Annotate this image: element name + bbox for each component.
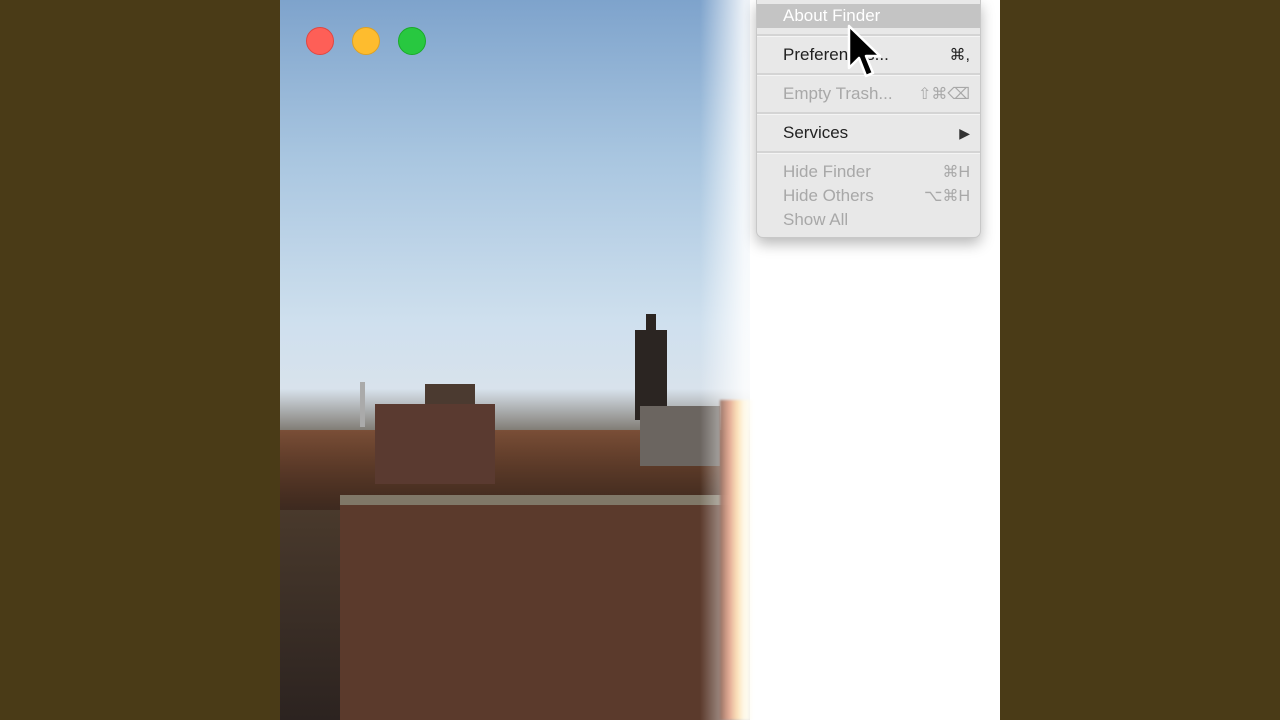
menu-separator <box>757 151 980 154</box>
menu-item-show-all[interactable]: Show All <box>757 208 980 232</box>
close-button[interactable] <box>306 27 334 55</box>
menu-item-hide-others[interactable]: Hide Others ⌥⌘H <box>757 184 980 208</box>
building-rooftop <box>425 384 475 406</box>
menu-item-shortcut: ⌥⌘H <box>924 188 970 205</box>
submenu-arrow-icon: ▶ <box>959 124 970 141</box>
menu-item-label: Services <box>783 123 849 142</box>
menu-separator <box>757 112 980 115</box>
menu-item-label: Show All <box>783 210 849 229</box>
menu-item-shortcut: ⇧⌘⌫ <box>917 86 970 103</box>
menu-item-shortcut: ⌘, <box>949 47 970 64</box>
menu-item-shortcut: ⌘H <box>942 164 970 181</box>
window-controls <box>306 27 426 55</box>
chimney <box>360 382 365 427</box>
apartment-building <box>340 505 730 720</box>
menu-item-label: Hide Others <box>783 186 874 205</box>
menu-item-label: Empty Trash... <box>783 84 893 103</box>
minimize-button[interactable] <box>352 27 380 55</box>
zoom-button[interactable] <box>398 27 426 55</box>
menu-item-empty-trash[interactable]: Empty Trash... ⇧⌘⌫ <box>757 82 980 106</box>
menu-item-hide-finder[interactable]: Hide Finder ⌘H <box>757 160 980 184</box>
city-skyline-photo <box>280 0 750 720</box>
brick-building <box>375 404 495 484</box>
arrow-cursor-icon <box>847 24 882 78</box>
menu-item-label: About Finder <box>783 6 881 25</box>
menu-item-services[interactable]: Services ▶ <box>757 121 980 145</box>
menu-item-label: Hide Finder <box>783 162 871 181</box>
